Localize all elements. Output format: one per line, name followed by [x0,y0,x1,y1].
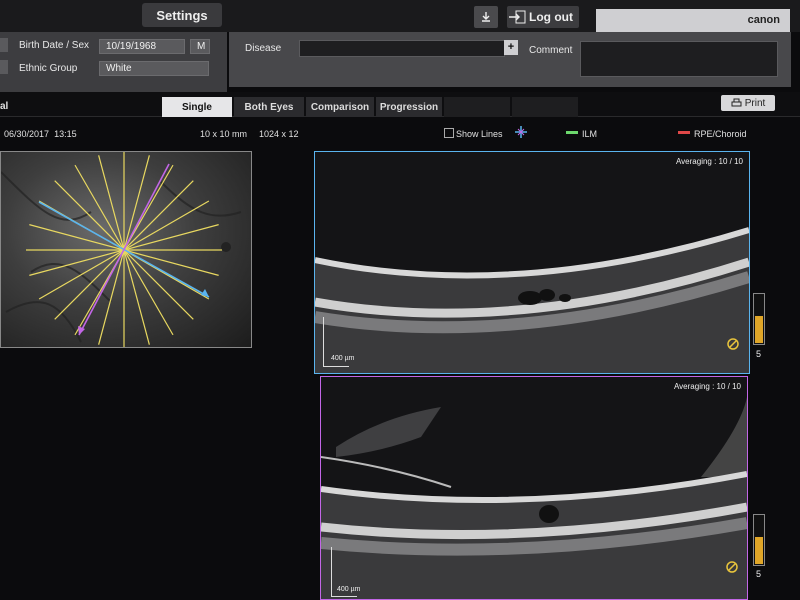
bscan-panel-1[interactable]: Averaging : 10 / 10 400 µm [314,151,750,374]
averaging-label-1: Averaging : 10 / 10 [675,157,743,166]
logout-button[interactable]: Log out [507,6,579,28]
disease-add-button[interactable]: + [504,40,518,55]
show-lines-checkbox[interactable] [444,128,454,138]
quality-indicator-icon-1 [727,338,739,350]
bscan-image-2 [321,397,747,599]
tab-empty-1 [444,97,510,117]
logout-icon [509,10,526,24]
download-icon [482,12,490,22]
rpe-choroid-label: RPE/Choroid [694,129,747,139]
sex-field[interactable]: M [190,39,210,54]
scan-area: 10 x 10 mm [200,129,248,139]
settings-tab[interactable]: Settings [142,3,222,27]
brand-logo: canon [596,9,790,32]
comment-label: Comment [529,45,573,56]
print-label: Print [744,97,766,109]
scan-date: 06/30/2017 [4,129,50,139]
line-style-icon[interactable] [514,125,528,139]
signal-gauge-1 [753,293,765,345]
signal-gauge-fill-1 [755,316,763,343]
ilm-line-swatch [566,131,578,134]
tab-empty-2 [512,97,578,117]
signal-value-2: 5 [756,569,762,579]
partial-field-2 [0,60,8,74]
birth-date-field[interactable]: 10/19/1968 [99,39,185,54]
bscan-panel-2[interactable]: Averaging : 10 / 10 400 µm [320,376,748,600]
birth-date-label: Birth Date / Sex [19,40,90,51]
scale-bar-vertical-1 [323,317,324,367]
print-icon [731,98,742,107]
ilm-label: ILM [582,129,598,139]
download-button[interactable] [474,6,498,28]
fundus-image[interactable] [0,151,252,348]
disease-field[interactable] [299,40,505,57]
quality-indicator-icon-2 [726,561,738,573]
scale-bar-horizontal-2 [331,596,357,597]
comment-field[interactable] [580,41,778,77]
logout-label: Log out [529,10,573,24]
show-lines-label: Show Lines [456,129,503,139]
rpe-line-swatch [678,131,690,134]
signal-value-1: 5 [756,349,762,359]
signal-gauge-fill-2 [755,537,763,564]
scale-bar-horizontal-1 [323,366,349,367]
tab-single[interactable]: Single [162,97,232,117]
disease-label: Disease [245,43,282,54]
signal-gauge-2 [753,514,765,566]
scan-resolution: 1024 x 12 [259,129,299,139]
radial-scan-pattern [1,152,242,347]
scale-bar-vertical-2 [331,547,332,597]
partial-tab-label: al [0,101,9,112]
averaging-label-2: Averaging : 10 / 10 [673,382,741,391]
ethnic-group-label: Ethnic Group [19,63,78,74]
print-button[interactable]: Print [721,95,775,111]
partial-field-1 [0,38,8,52]
tab-progression[interactable]: Progression [376,97,442,117]
scan-datetime: 06/30/2017 13:15 [4,129,77,139]
scan-time: 13:15 [54,129,77,139]
scale-bar-label-2: 400 µm [337,586,361,593]
bscan-image-1 [315,227,749,373]
tab-both-eyes[interactable]: Both Eyes [234,97,304,117]
tab-comparison[interactable]: Comparison [306,97,374,117]
scale-bar-label-1: 400 µm [331,355,355,362]
ethnic-group-field[interactable]: White [99,61,209,76]
